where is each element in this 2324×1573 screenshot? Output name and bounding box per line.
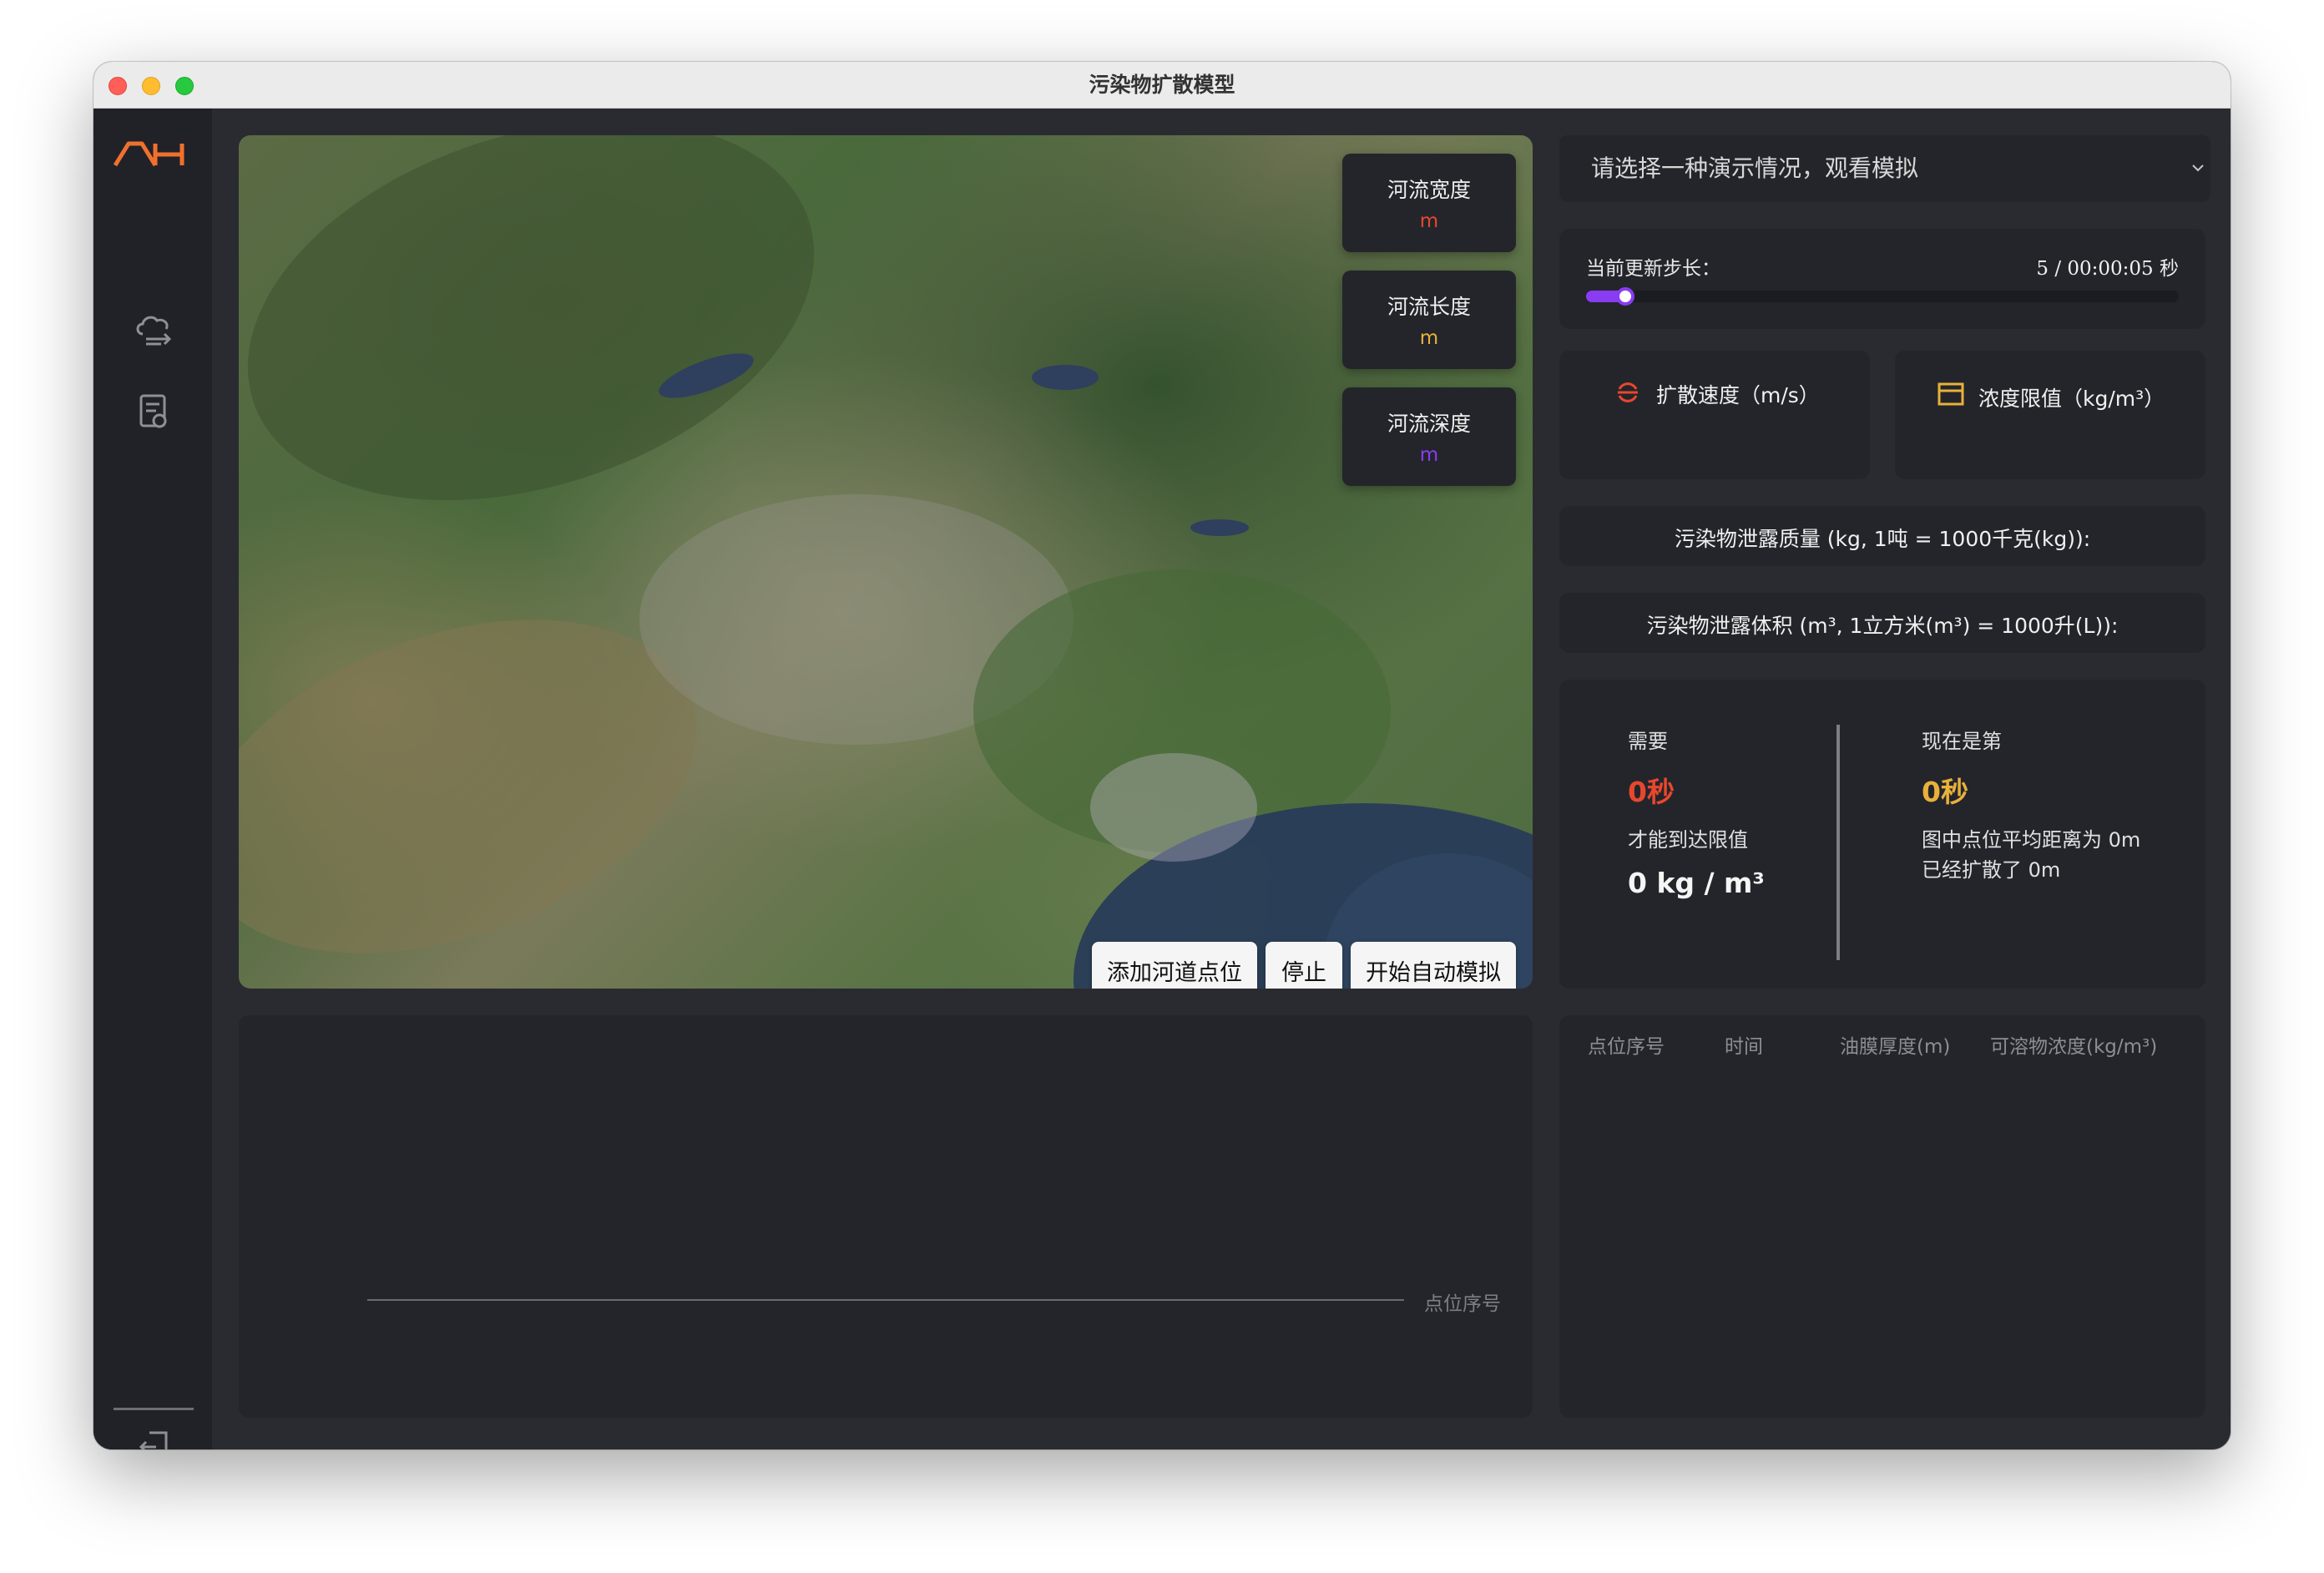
- concentration-limit-label: 浓度限值（kg/m³）: [1978, 387, 2165, 411]
- river-width-label: 河流宽度: [1387, 178, 1471, 202]
- volume-label: 污染物泄露体积 (m³, 1立方米(m³) = 1000升(L)):: [1646, 614, 2119, 638]
- table-header-oil-thickness: 油膜厚度(m): [1840, 1036, 1951, 1058]
- river-length-unit: m: [1419, 327, 1439, 349]
- main-content: 河流宽度 m 河流长度 m 河流深度 m 添加河道点位 停止 开始自动模拟 点位…: [212, 109, 2231, 1449]
- step-label: 当前更新步长：: [1586, 258, 1720, 280]
- current-time-value: 0秒: [1922, 776, 1968, 808]
- river-depth-unit: m: [1419, 444, 1439, 466]
- scenario-select[interactable]: 请选择一种演示情况，观看模拟: [1559, 135, 2210, 202]
- river-depth-label: 河流深度: [1387, 412, 1471, 436]
- document-icon[interactable]: [131, 389, 176, 434]
- reach-limit-value: 0 kg / m³: [1628, 867, 1765, 899]
- river-depth-card[interactable]: 河流深度 m: [1342, 387, 1516, 486]
- app-window: 污染物扩散模型 河流宽度 m 河流长度 m 河流深度 m 添加河道点位 停止 开…: [93, 62, 2231, 1449]
- reach-limit-label: 才能到达限值: [1628, 828, 1748, 852]
- current-time-label: 现在是第: [1922, 730, 2002, 753]
- result-divider: [1836, 725, 1840, 960]
- mass-input-panel[interactable]: 污染物泄露质量 (kg, 1吨 = 1000千克(kg)):: [1559, 506, 2205, 566]
- map-lake: [1190, 519, 1249, 536]
- start-auto-simulation-button[interactable]: 开始自动模拟: [1351, 942, 1516, 989]
- river-width-unit: m: [1419, 210, 1439, 232]
- map-city: [1090, 753, 1257, 862]
- satellite-map[interactable]: 河流宽度 m 河流长度 m 河流深度 m 添加河道点位 停止 开始自动模拟: [239, 135, 1533, 989]
- diffusion-speed-label: 扩散速度（m/s）: [1656, 383, 1820, 407]
- container-icon: [1938, 382, 1964, 406]
- chart-x-axis: [367, 1299, 1404, 1301]
- step-slider-handle[interactable]: [1616, 287, 1634, 306]
- app-logo: [114, 141, 184, 167]
- step-value: 5 / 00:00:05 秒: [2036, 258, 2179, 280]
- data-table: 点位序号 时间 油膜厚度(m) 可溶物浓度(kg/m³): [1559, 1015, 2205, 1418]
- mass-label: 污染物泄露质量 (kg, 1吨 = 1000千克(kg)):: [1674, 527, 2091, 551]
- need-label: 需要: [1628, 730, 1668, 753]
- step-slider-track[interactable]: [1586, 287, 2179, 306]
- title-bar: 污染物扩散模型: [93, 62, 2231, 109]
- table-header-time: 时间: [1725, 1036, 1763, 1058]
- spread-distance-text: 已经扩散了 0m: [1922, 858, 2061, 882]
- stop-button[interactable]: 停止: [1266, 942, 1342, 989]
- diffusion-speed-panel[interactable]: 扩散速度（m/s）: [1559, 351, 1870, 479]
- need-value: 0秒: [1628, 776, 1675, 808]
- result-panel: 需要 0秒 才能到达限值 0 kg / m³ 现在是第 0秒 图中点位平均距离为…: [1559, 680, 2205, 989]
- table-header-soluble-concentration: 可溶物浓度(kg/m³): [1990, 1036, 2158, 1058]
- table-header-point: 点位序号: [1588, 1036, 1665, 1058]
- volume-input-panel[interactable]: 污染物泄露体积 (m³, 1立方米(m³) = 1000升(L)):: [1559, 593, 2205, 653]
- add-river-point-button[interactable]: 添加河道点位: [1092, 942, 1257, 989]
- river-length-label: 河流长度: [1387, 295, 1471, 319]
- map-terrain: [239, 135, 863, 568]
- scenario-select-placeholder: 请选择一种演示情况，观看模拟: [1591, 154, 1919, 182]
- diffusion-icon: [1618, 382, 1638, 402]
- window-title: 污染物扩散模型: [1089, 73, 1235, 97]
- cloud-data-icon[interactable]: [131, 306, 176, 351]
- chart-panel: 点位序号: [239, 1015, 1533, 1418]
- sidebar: [93, 109, 212, 1449]
- logout-icon[interactable]: [131, 1424, 176, 1449]
- river-width-card[interactable]: 河流宽度 m: [1342, 154, 1516, 252]
- sidebar-divider: [114, 1408, 194, 1410]
- chevron-down-icon: [2192, 164, 2204, 172]
- concentration-limit-panel[interactable]: 浓度限值（kg/m³）: [1895, 351, 2205, 479]
- average-distance-text: 图中点位平均距离为 0m: [1922, 828, 2141, 852]
- step-panel: 当前更新步长： 5 / 00:00:05 秒: [1559, 229, 2205, 329]
- river-length-card[interactable]: 河流长度 m: [1342, 271, 1516, 369]
- map-lake: [1032, 365, 1099, 390]
- chart-x-axis-label: 点位序号: [1424, 1293, 1501, 1315]
